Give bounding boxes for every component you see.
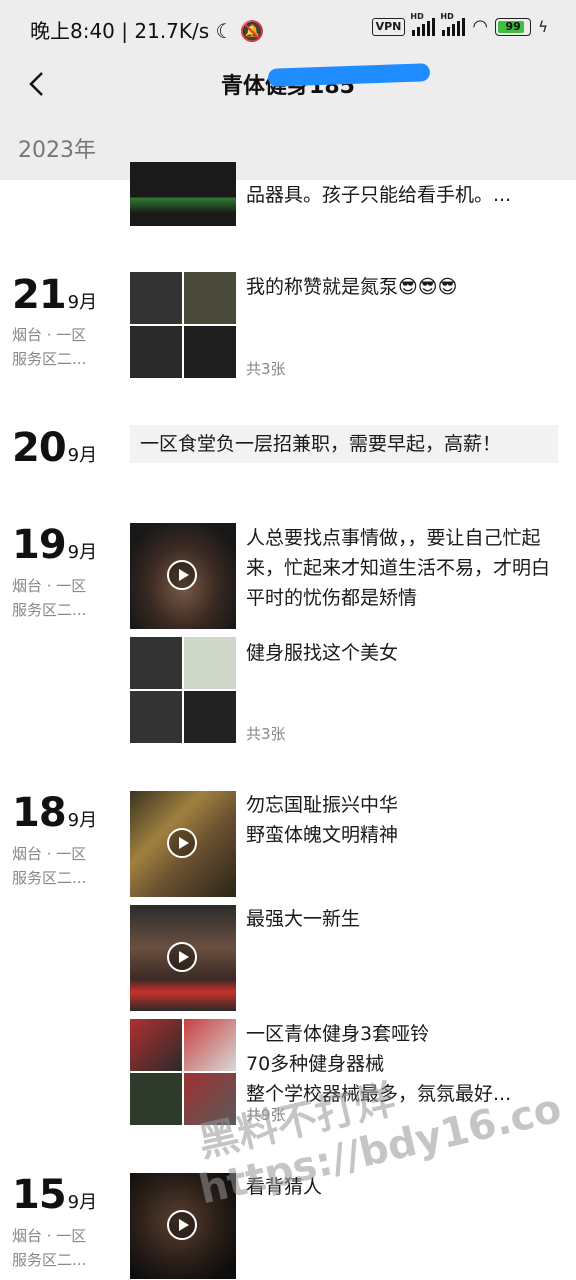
mute-icon: 🔕 [239, 19, 265, 43]
signal-icon: HD [410, 12, 436, 36]
month-label: 9月 [67, 542, 98, 563]
play-icon[interactable] [167, 560, 197, 590]
status-time-speed: 晚上8:40 | 21.7K/s ☾ 🔕 [30, 15, 265, 44]
post-text[interactable]: 我的称赞就是氮泵😎😎😎 [246, 272, 558, 302]
location-label: 烟台 · 一区 服务区二... [12, 845, 87, 887]
video-thumbnail[interactable] [130, 905, 236, 1011]
month-label: 9月 [67, 292, 98, 313]
battery-icon: 99 [495, 17, 532, 36]
day-number: 21 [12, 272, 67, 318]
date-label: 20 9月 [12, 425, 97, 471]
moon-icon: ☾ [215, 19, 234, 43]
date-label: 18 9月 [12, 790, 97, 836]
post-thumbnail[interactable] [130, 162, 236, 226]
post-thumbnail[interactable] [130, 1019, 236, 1125]
month-label: 9月 [67, 810, 98, 831]
post-thumbnail[interactable] [130, 272, 236, 378]
post-text[interactable]: 一区青体健身3套哑铃 70多种健身器械 整个学校器械最多，氛氛最好... [246, 1019, 558, 1109]
text-post[interactable]: 一区食堂负一层招兼职，需要早起，高薪！ [130, 425, 558, 463]
year-label: 2023年 [18, 138, 96, 163]
post-text[interactable]: 最强大一新生 [246, 904, 558, 934]
date-label: 21 9月 [12, 272, 97, 318]
year-header: 2023年 [0, 112, 576, 180]
location-label: 烟台 · 一区 服务区二... [12, 1227, 87, 1269]
post-text[interactable]: 勿忘国耻振兴中华 野蛮体魄文明精神 [246, 790, 558, 850]
day-number: 18 [12, 790, 67, 836]
status-text: 晚上8:40 | 21.7K/s [30, 19, 210, 43]
day-number: 15 [12, 1172, 67, 1218]
status-icons: VPN HD HD ◠ 99 ϟ [371, 12, 548, 37]
day-number: 20 [12, 425, 67, 471]
video-thumbnail[interactable] [130, 523, 236, 629]
date-label: 19 9月 [12, 522, 97, 568]
play-icon[interactable] [167, 828, 197, 858]
status-bar: 晚上8:40 | 21.7K/s ☾ 🔕 VPN HD HD ◠ 99 ϟ [0, 0, 576, 56]
post-text[interactable]: 健身服找这个美女 [246, 638, 558, 668]
charging-icon: ϟ [538, 17, 548, 36]
location-label: 烟台 · 一区 服务区二... [12, 326, 87, 368]
post-thumbnail[interactable] [130, 637, 236, 743]
video-thumbnail[interactable] [130, 1173, 236, 1279]
vpn-badge: VPN [371, 17, 406, 36]
signal-icon: HD [440, 12, 466, 36]
post-text[interactable]: 看背猜人 [246, 1172, 558, 1202]
play-icon[interactable] [167, 942, 197, 972]
image-count: 共3张 [246, 360, 286, 378]
play-icon[interactable] [167, 1210, 197, 1240]
post-text[interactable]: 人总要找点事情做，，要让自己忙起来，忙起来才知道生活不易，才明白平时的忧伤都是矫… [246, 523, 558, 613]
image-count: 共9张 [246, 1106, 286, 1124]
wifi-icon: ◠ [472, 16, 489, 37]
post-text[interactable]: 品器具。孩子只能给看手机。... [246, 180, 558, 210]
month-label: 9月 [67, 1192, 98, 1213]
video-thumbnail[interactable] [130, 791, 236, 897]
date-label: 15 9月 [12, 1172, 97, 1218]
image-count: 共3张 [246, 725, 286, 743]
month-label: 9月 [67, 445, 98, 466]
day-number: 19 [12, 522, 67, 568]
location-label: 烟台 · 一区 服务区二... [12, 577, 87, 619]
